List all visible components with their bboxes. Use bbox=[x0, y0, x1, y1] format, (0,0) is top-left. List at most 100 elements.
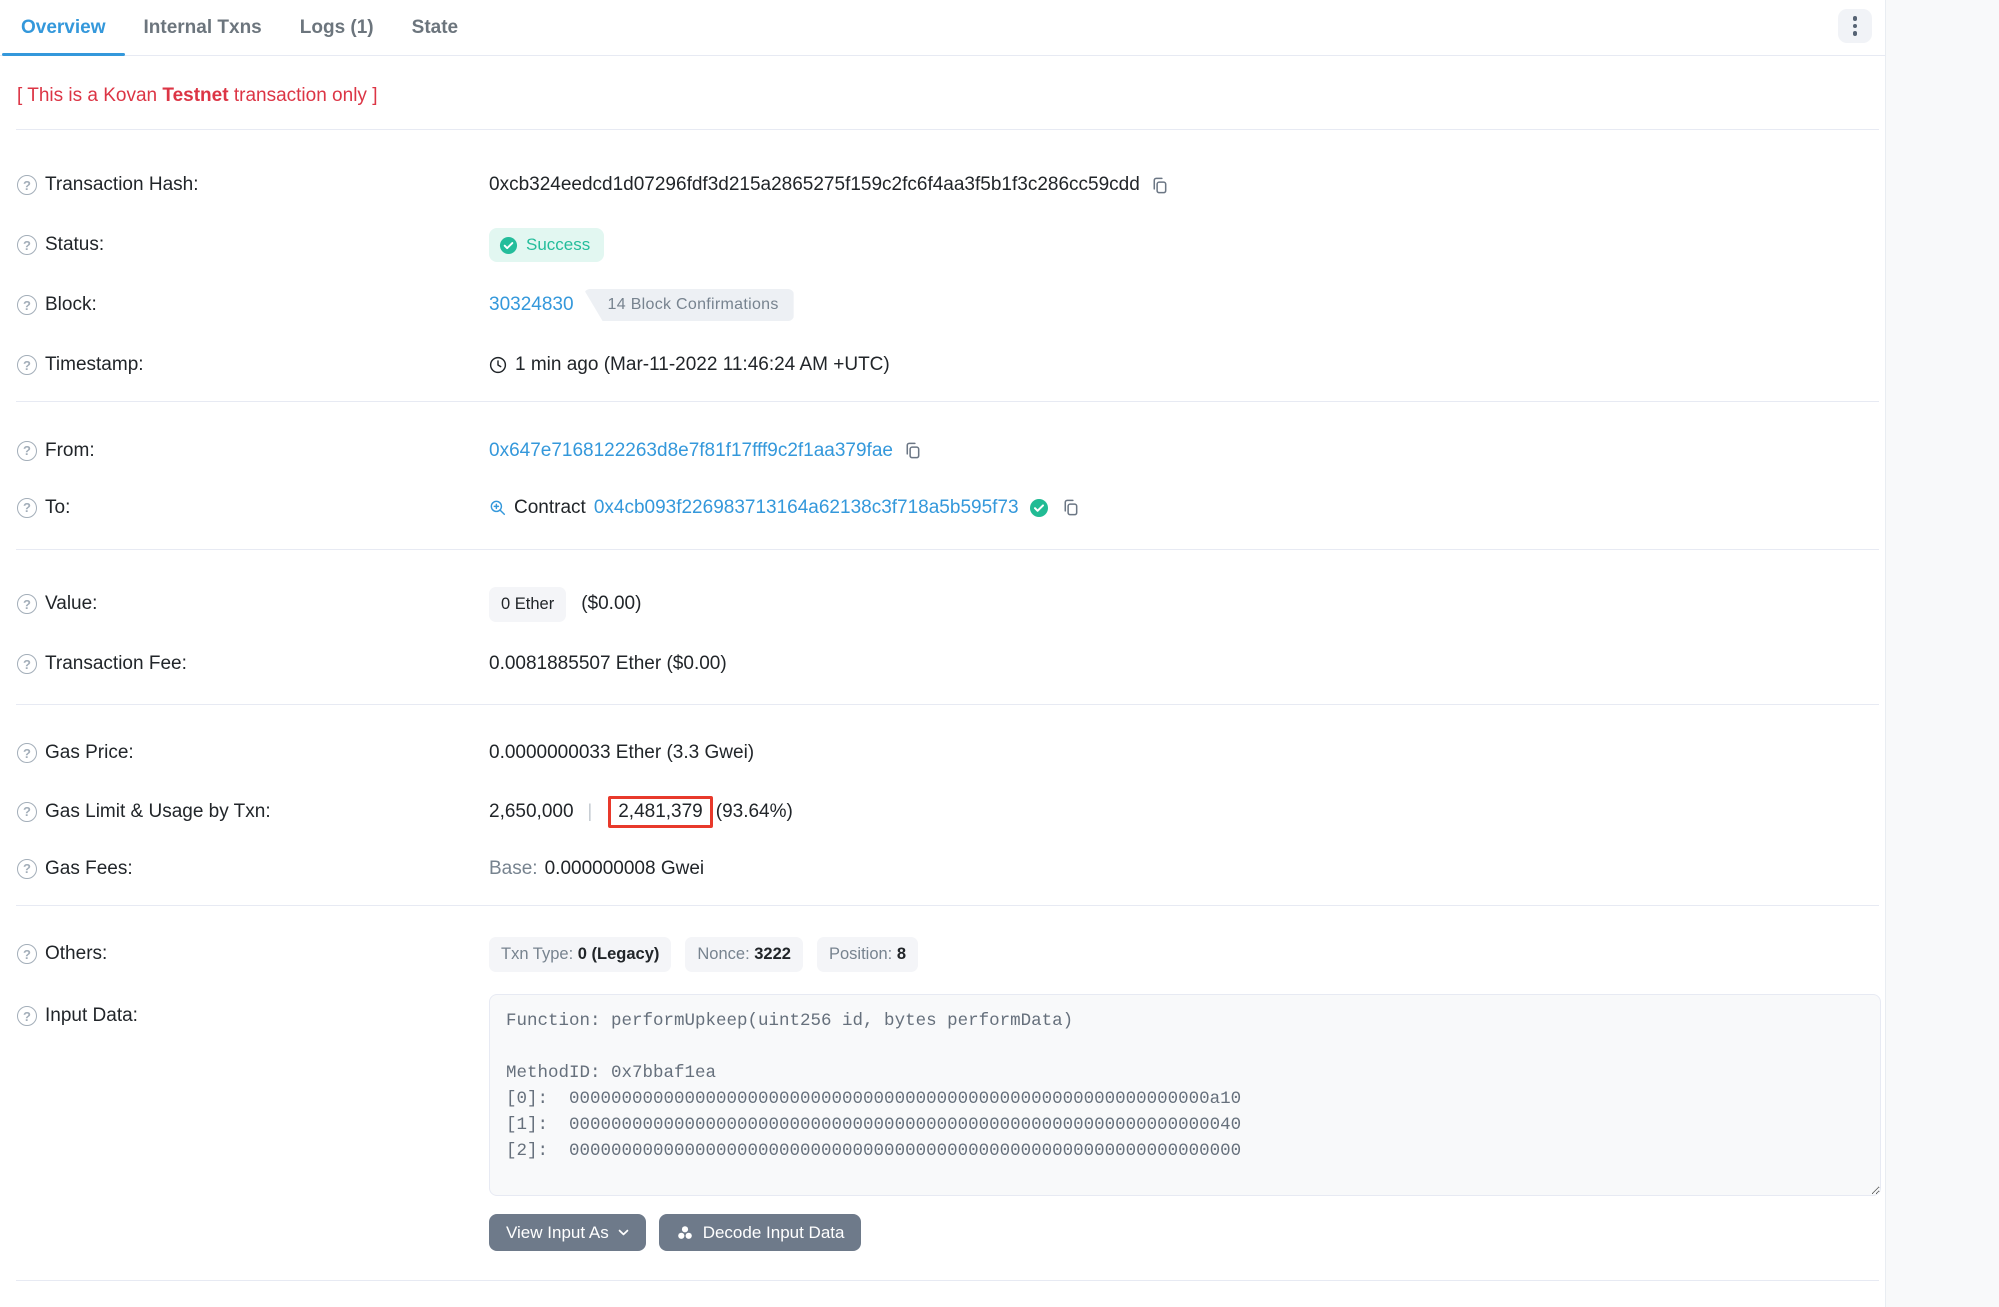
timestamp-label: Timestamp: bbox=[45, 354, 144, 376]
transaction-fee-value: 0.0081885507 Ether ($0.00) bbox=[489, 653, 727, 675]
help-icon: ? bbox=[17, 175, 37, 195]
copy-icon[interactable] bbox=[903, 441, 922, 460]
row-from: ? From: 0x647e7168122263d8e7f81f17fff9c2… bbox=[0, 422, 1885, 479]
view-input-as-label: View Input As bbox=[506, 1223, 609, 1243]
decode-icon bbox=[676, 1224, 694, 1242]
status-label: Status: bbox=[45, 234, 104, 256]
help-icon: ? bbox=[17, 295, 37, 315]
transaction-hash-label: Transaction Hash: bbox=[45, 174, 198, 196]
more-options-button[interactable] bbox=[1838, 9, 1872, 43]
status-value: Success bbox=[526, 235, 590, 255]
section-value-fee: ? Value: 0 Ether ($0.00) ? Transaction F… bbox=[0, 550, 1885, 704]
row-input-data: ? Input Data: Function: performUpkeep(ui… bbox=[0, 994, 1885, 1196]
value-label: Value: bbox=[45, 593, 97, 615]
row-others: ? Others: Txn Type: 0 (Legacy) Nonce: 32… bbox=[0, 924, 1885, 984]
gas-fees-label: Gas Fees: bbox=[45, 858, 133, 880]
others-label: Others: bbox=[45, 943, 107, 965]
txn-type-badge: Txn Type: 0 (Legacy) bbox=[489, 937, 671, 972]
block-number-link[interactable]: 30324830 bbox=[489, 294, 574, 316]
row-gas-price: ? Gas Price: 0.0000000033 Ether (3.3 Gwe… bbox=[0, 723, 1885, 783]
tab-logs[interactable]: Logs (1) bbox=[281, 0, 393, 55]
nonce-value: 3222 bbox=[754, 945, 791, 963]
tab-overview-label: Overview bbox=[21, 17, 106, 39]
block-label: Block: bbox=[45, 294, 97, 316]
gas-used-value: 2,481,379 bbox=[618, 801, 703, 823]
gas-limit-usage-label: Gas Limit & Usage by Txn: bbox=[45, 801, 271, 823]
decode-input-data-label: Decode Input Data bbox=[703, 1223, 845, 1243]
tab-internal-txns[interactable]: Internal Txns bbox=[125, 0, 281, 55]
nonce-badge: Nonce: 3222 bbox=[685, 937, 803, 972]
help-icon: ? bbox=[17, 594, 37, 614]
from-label: From: bbox=[45, 440, 95, 462]
txn-type-label: Txn Type: bbox=[501, 945, 573, 963]
row-to: ? To: Contract 0x4cb093f226983713164a621… bbox=[0, 479, 1885, 536]
tab-state[interactable]: State bbox=[393, 0, 477, 55]
row-gas-limit-usage: ? Gas Limit & Usage by Txn: 2,650,000 | … bbox=[0, 783, 1885, 840]
gas-fees-base-label: Base: bbox=[489, 858, 538, 880]
section-others-input: ? Others: Txn Type: 0 (Legacy) Nonce: 32… bbox=[0, 906, 1885, 1281]
section-gas: ? Gas Price: 0.0000000033 Ether (3.3 Gwe… bbox=[0, 705, 1885, 905]
tab-internal-txns-label: Internal Txns bbox=[144, 17, 262, 39]
row-value: ? Value: 0 Ether ($0.00) bbox=[0, 574, 1885, 634]
copy-icon[interactable] bbox=[1061, 498, 1080, 517]
magnifier-plus-icon[interactable] bbox=[489, 499, 507, 517]
row-gas-fees: ? Gas Fees: Base: 0.000000008 Gwei bbox=[0, 840, 1885, 897]
transaction-details-card: Overview Internal Txns Logs (1) State [ … bbox=[0, 0, 1886, 1307]
help-icon: ? bbox=[17, 743, 37, 763]
input-data-textarea[interactable]: Function: performUpkeep(uint256 id, byte… bbox=[489, 994, 1881, 1196]
gas-limit-separator: | bbox=[588, 801, 593, 822]
position-value: 8 bbox=[897, 945, 906, 963]
notice-prefix: [ This is a Kovan bbox=[17, 85, 162, 106]
gas-used-percent: (93.64%) bbox=[716, 801, 793, 823]
input-data-actions: View Input As Decode Input Data bbox=[489, 1214, 1885, 1251]
nonce-label: Nonce: bbox=[697, 945, 749, 963]
page-gutter bbox=[1886, 0, 1999, 1307]
help-icon: ? bbox=[17, 654, 37, 674]
gas-price-label: Gas Price: bbox=[45, 742, 134, 764]
row-block: ? Block: 30324830 14 Block Confirmations bbox=[0, 275, 1885, 335]
status-badge: Success bbox=[489, 228, 604, 262]
help-icon: ? bbox=[17, 498, 37, 518]
chevron-down-icon bbox=[618, 1229, 629, 1236]
check-circle-icon bbox=[499, 236, 518, 255]
row-transaction-hash: ? Transaction Hash: 0xcb324eedcd1d07296f… bbox=[0, 155, 1885, 215]
help-icon: ? bbox=[17, 1006, 37, 1026]
value-usd: ($0.00) bbox=[581, 593, 641, 615]
tab-bar: Overview Internal Txns Logs (1) State bbox=[0, 0, 1885, 56]
kebab-vertical-icon bbox=[1853, 16, 1858, 36]
transaction-hash-value: 0xcb324eedcd1d07296fdf3d215a2865275f159c… bbox=[489, 174, 1140, 196]
row-timestamp: ? Timestamp: 1 min ago (Mar-11-2022 11:4… bbox=[0, 335, 1885, 395]
tab-logs-label: Logs (1) bbox=[300, 17, 374, 39]
notice-suffix: transaction only ] bbox=[229, 85, 378, 106]
section-addresses: ? From: 0x647e7168122263d8e7f81f17fff9c2… bbox=[0, 402, 1885, 549]
to-address-link[interactable]: 0x4cb093f226983713164a62138c3f718a5b595f… bbox=[594, 497, 1019, 519]
input-data-label: Input Data: bbox=[45, 1005, 138, 1027]
decode-input-data-button[interactable]: Decode Input Data bbox=[659, 1214, 862, 1251]
tab-state-label: State bbox=[412, 17, 458, 39]
row-transaction-fee: ? Transaction Fee: 0.0081885507 Ether ($… bbox=[0, 634, 1885, 694]
copy-icon[interactable] bbox=[1150, 176, 1169, 195]
section-divider bbox=[16, 1280, 1879, 1281]
gas-price-value: 0.0000000033 Ether (3.3 Gwei) bbox=[489, 742, 754, 764]
help-icon: ? bbox=[17, 355, 37, 375]
section-overview-top: ? Transaction Hash: 0xcb324eedcd1d07296f… bbox=[0, 130, 1885, 401]
txn-type-value: 0 (Legacy) bbox=[578, 945, 660, 963]
to-label: To: bbox=[45, 497, 70, 519]
gas-limit-value: 2,650,000 bbox=[489, 801, 574, 823]
tab-overview[interactable]: Overview bbox=[2, 0, 125, 55]
notice-bold: Testnet bbox=[162, 85, 228, 106]
from-address-link[interactable]: 0x647e7168122263d8e7f81f17fff9c2f1aa379f… bbox=[489, 440, 893, 462]
help-icon: ? bbox=[17, 235, 37, 255]
help-icon: ? bbox=[17, 944, 37, 964]
gas-used-annotation-box: 2,481,379 bbox=[608, 796, 713, 828]
clock-icon bbox=[489, 356, 507, 374]
to-contract-prefix: Contract bbox=[514, 497, 586, 519]
value-ether-badge: 0 Ether bbox=[489, 587, 566, 622]
gas-fees-base-value: 0.000000008 Gwei bbox=[545, 858, 705, 880]
help-icon: ? bbox=[17, 802, 37, 822]
row-status: ? Status: Success bbox=[0, 215, 1885, 275]
help-icon: ? bbox=[17, 441, 37, 461]
view-input-as-button[interactable]: View Input As bbox=[489, 1214, 646, 1251]
testnet-notice: [ This is a Kovan Testnet transaction on… bbox=[0, 56, 1885, 108]
transaction-fee-label: Transaction Fee: bbox=[45, 653, 187, 675]
